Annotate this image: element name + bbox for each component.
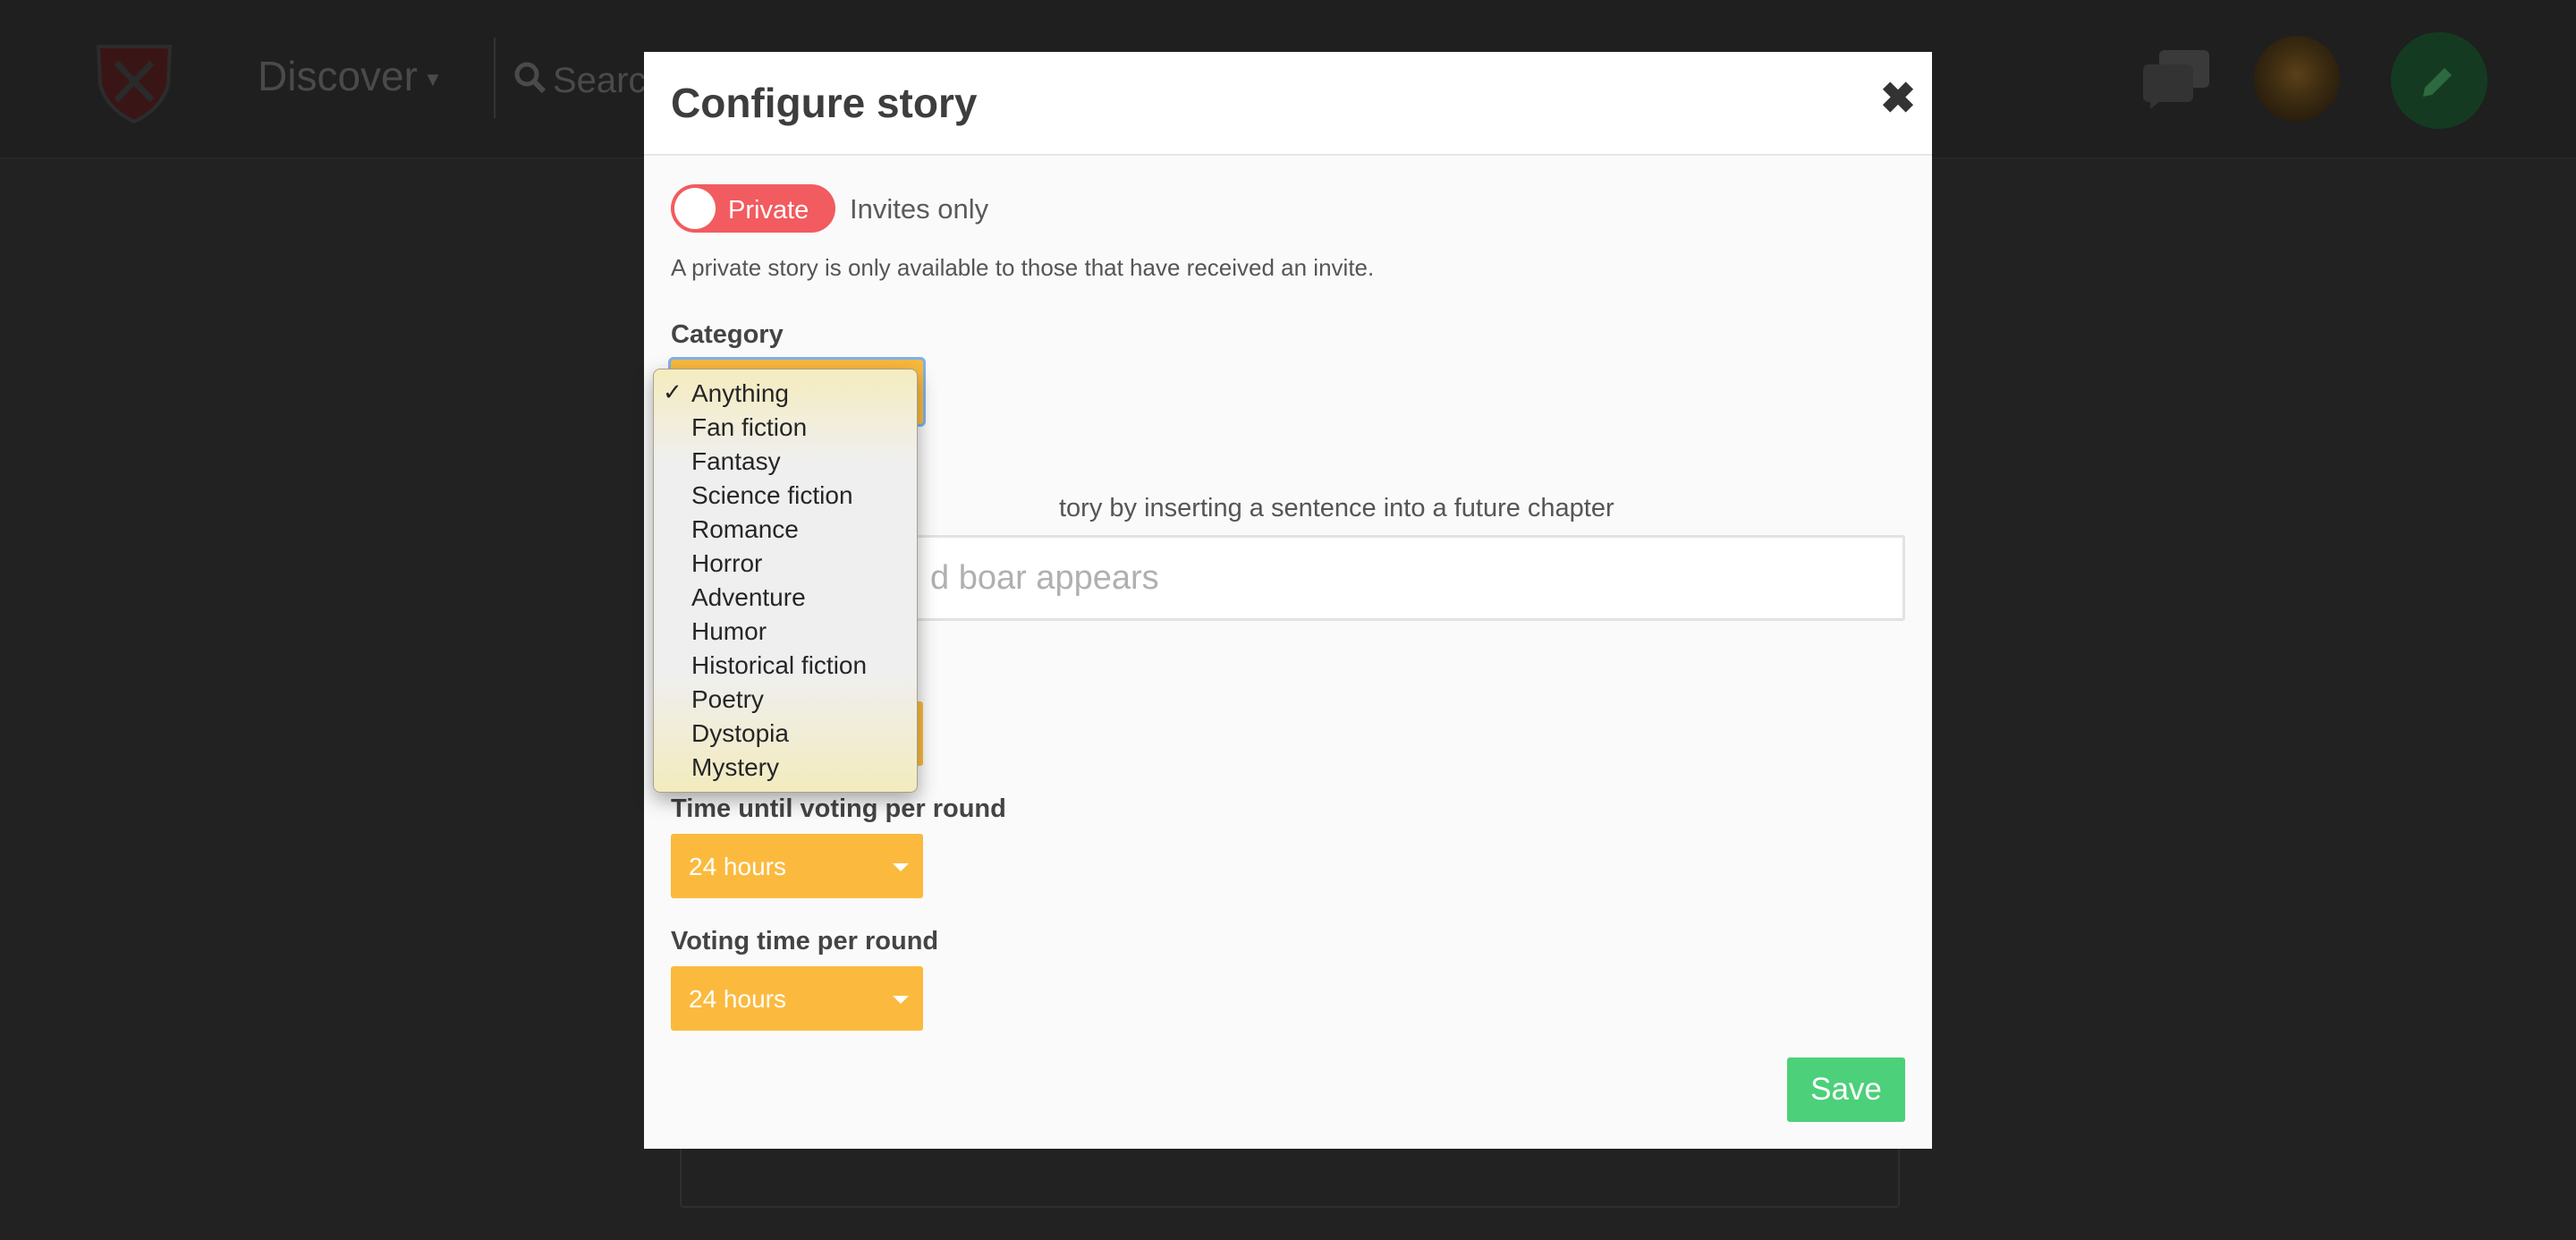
category-option-horror[interactable]: Horror [654,545,917,579]
category-option-fan-fiction[interactable]: Fan fiction [654,409,917,443]
save-button[interactable]: Save [1787,1057,1905,1122]
modal-title: Configure story [671,80,978,126]
time-until-voting-select[interactable]: 24 hours [671,834,923,898]
chevron-down-icon: ▼ [422,67,443,90]
checkmark-icon: ✓ [663,379,682,406]
toggle-knob [674,188,716,229]
category-option-humor[interactable]: Humor [654,613,917,647]
category-option-label: Historical fiction [691,651,868,679]
search-icon [513,61,547,99]
category-option-science-fiction[interactable]: Science fiction [654,477,917,511]
category-option-label: Anything [691,379,789,407]
category-dropdown-menu: ✓ Anything Fan fiction Fantasy Science f… [653,369,918,793]
shield-logo-icon[interactable] [89,36,179,125]
category-option-historical-fiction[interactable]: Historical fiction [654,647,917,681]
voting-time-select[interactable]: 24 hours [671,966,923,1031]
compose-button[interactable] [2391,32,2487,129]
category-label: Category [671,320,784,349]
category-option-mystery[interactable]: Mystery [654,749,917,783]
chat-icon[interactable] [2143,50,2209,109]
time-until-voting-value: 24 hours [689,853,786,880]
pencil-icon [2423,68,2452,97]
category-option-poetry[interactable]: Poetry [654,681,917,715]
voting-time-label: Voting time per round [671,927,939,955]
voting-time-value: 24 hours [689,985,786,1013]
chevron-down-icon [893,996,909,1004]
privacy-toggle-label: Private [728,196,809,225]
close-icon[interactable]: ✖ [1877,70,1919,129]
modal-header: Configure story ✖ [644,52,1932,156]
category-option-romance[interactable]: Romance [654,511,917,545]
category-option-label: Dystopia [691,719,789,747]
time-until-voting-label: Time until voting per round [671,794,1006,823]
user-avatar[interactable] [2254,36,2340,122]
discover-menu[interactable]: Discover ▼ [258,52,443,100]
category-option-label: Mystery [691,753,779,781]
privacy-note: A private story is only available to tho… [671,254,1375,281]
category-option-label: Science fiction [691,481,853,509]
category-option-label: Romance [691,515,799,543]
chevron-down-icon [893,863,909,871]
category-option-fantasy[interactable]: Fantasy [654,443,917,477]
category-option-dystopia[interactable]: Dystopia [654,715,917,749]
category-option-label: Adventure [691,583,806,611]
category-option-adventure[interactable]: Adventure [654,579,917,613]
privacy-toggle[interactable]: Private [671,184,835,233]
category-option-label: Horror [691,549,763,577]
discover-label: Discover [258,53,418,99]
category-option-label: Fan fiction [691,413,808,441]
category-option-label: Humor [691,617,767,645]
category-option-anything[interactable]: ✓ Anything [654,375,917,409]
twist-note-text: tory by inserting a sentence into a futu… [1059,494,1614,522]
category-option-label: Fantasy [691,447,781,475]
invites-only-label: Invites only [850,193,989,225]
category-option-label: Poetry [691,685,764,713]
